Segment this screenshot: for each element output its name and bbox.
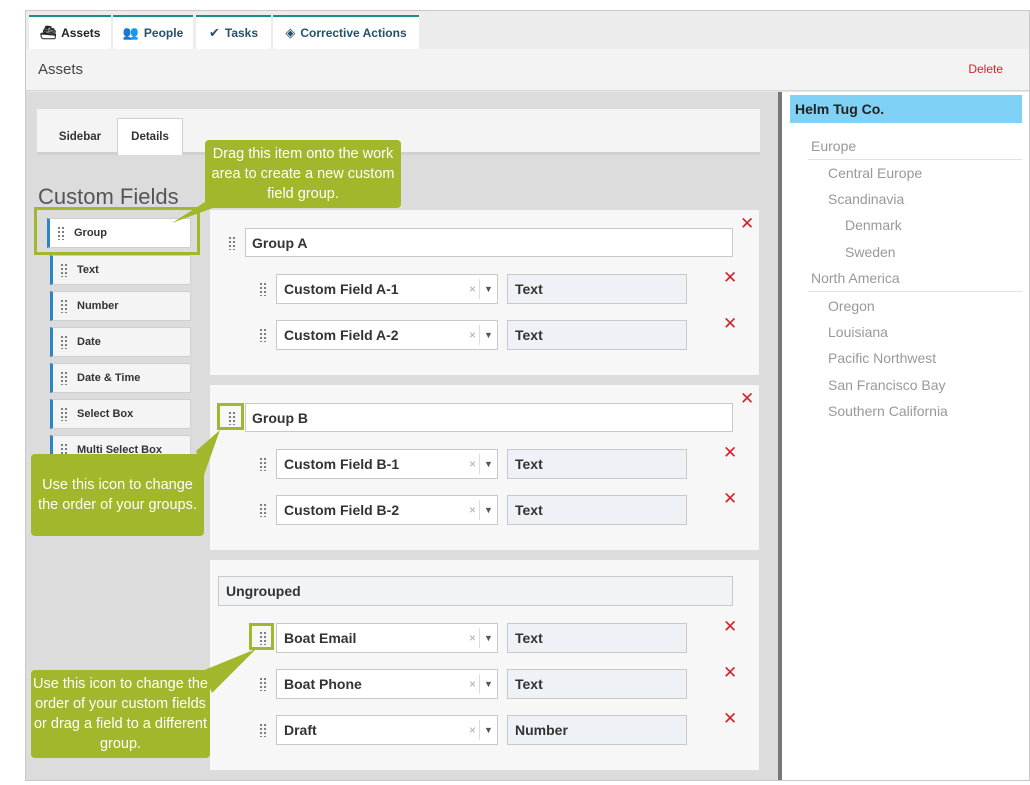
callout-pointer: [202, 649, 256, 693]
callout-field-order: Use this icon to change the order of you…: [31, 670, 210, 758]
callout-pointers: [172, 181, 256, 693]
app-window: ⛴ Assets 👥 People ✔ Tasks ◈ Corrective A…: [25, 10, 1030, 781]
callout-group-order: Use this icon to change the order of you…: [31, 454, 204, 536]
callout-drag-group: Drag this item onto the work area to cre…: [205, 140, 401, 208]
